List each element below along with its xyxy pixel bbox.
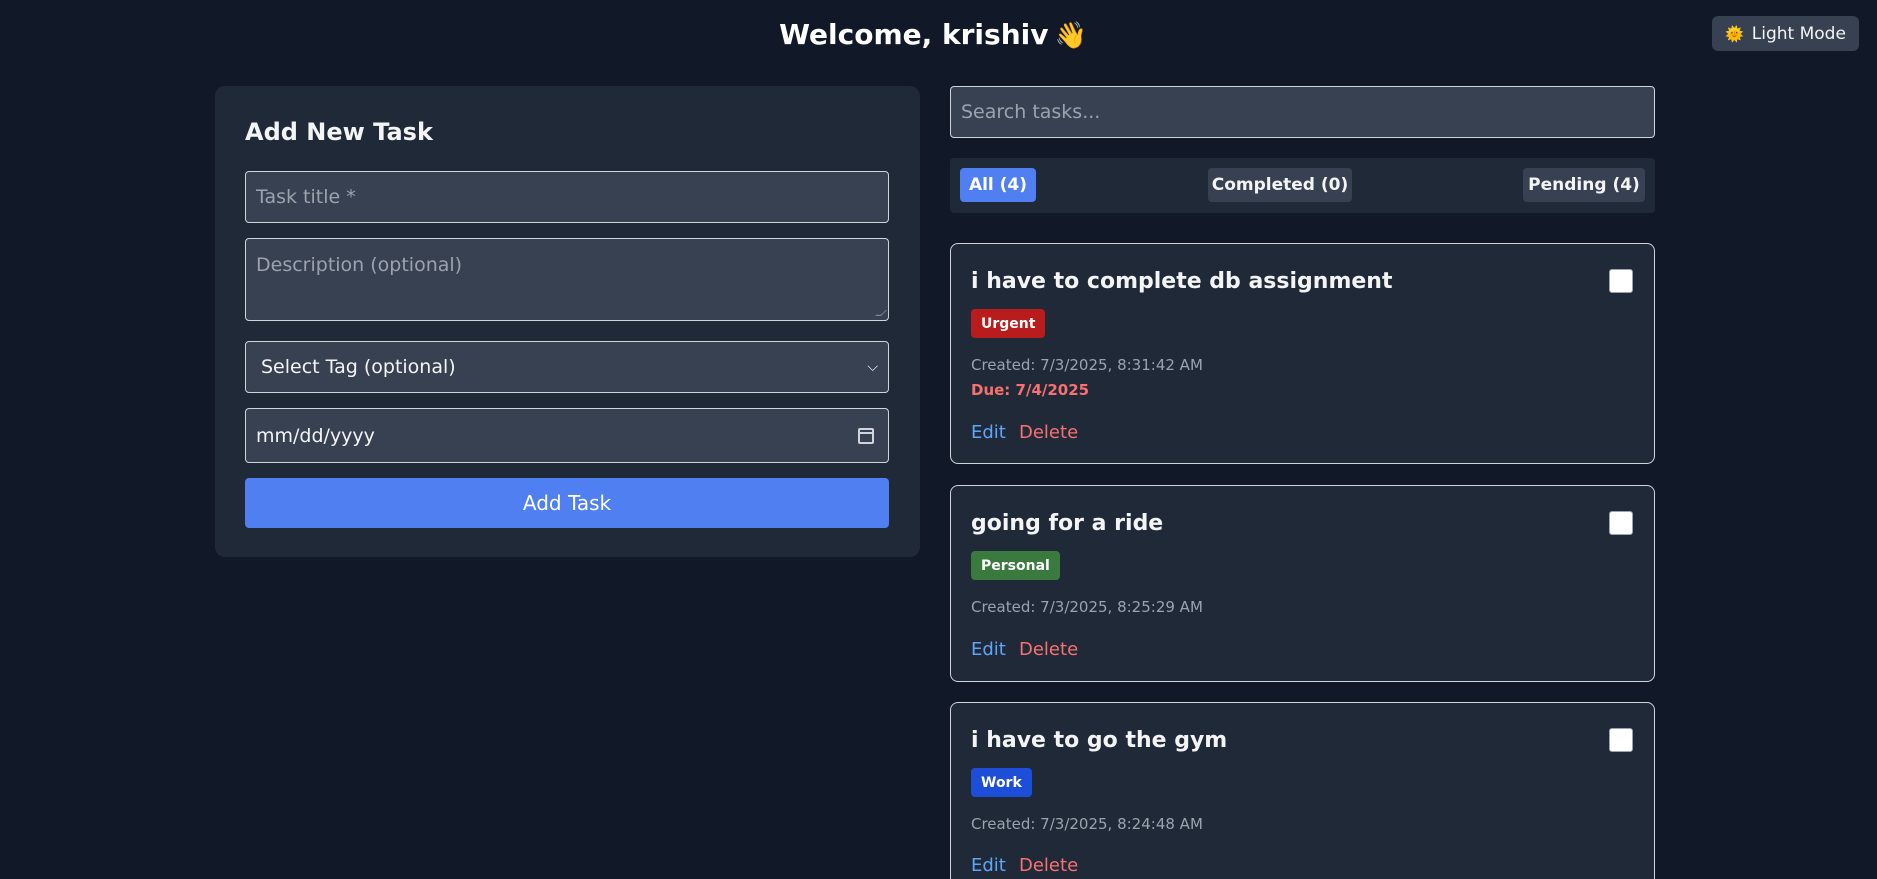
delete-button[interactable]: Delete	[1019, 639, 1078, 660]
search-placeholder: Search tasks...	[961, 101, 1101, 123]
task-card: going for a ride Personal Created: 7/3/2…	[950, 485, 1655, 682]
tag-select[interactable]: Select Tag (optional) ⌵	[245, 341, 889, 393]
chevron-down-icon: ⌵	[867, 359, 878, 375]
task-complete-checkbox[interactable]	[1609, 728, 1633, 752]
due-date-input[interactable]: mm/dd/yyyy	[245, 408, 889, 463]
due-date-placeholder: mm/dd/yyyy	[256, 424, 375, 447]
waving-hand-icon: 👋	[1054, 21, 1087, 51]
tag-badge: Urgent	[971, 309, 1046, 338]
filter-all-button[interactable]: All (4)	[960, 168, 1036, 202]
edit-button[interactable]: Edit	[971, 422, 1006, 443]
task-complete-checkbox[interactable]	[1609, 511, 1633, 535]
created-timestamp: Created: 7/3/2025, 8:24:48 AM	[971, 815, 1203, 833]
theme-toggle-label: Light Mode	[1751, 23, 1846, 44]
task-card: i have to complete db assignment Urgent …	[950, 243, 1655, 464]
task-title: going for a ride	[971, 511, 1164, 536]
filter-completed-button[interactable]: Completed (0)	[1208, 168, 1352, 202]
delete-button[interactable]: Delete	[1019, 855, 1078, 876]
task-card: i have to go the gym Work Created: 7/3/2…	[950, 702, 1655, 879]
edit-button[interactable]: Edit	[971, 855, 1006, 876]
task-title-placeholder: Task title *	[256, 186, 356, 208]
tag-badge: Work	[971, 768, 1032, 797]
task-complete-checkbox[interactable]	[1609, 269, 1633, 293]
filter-pending-button[interactable]: Pending (4)	[1523, 168, 1645, 202]
task-description-textarea[interactable]: Description (optional)	[245, 238, 889, 321]
app-page: Welcome, krishiv 👋 🌞 Light Mode Add New T…	[0, 0, 1877, 879]
task-title: i have to go the gym	[971, 728, 1228, 753]
sun-icon: 🌞	[1725, 24, 1744, 43]
calendar-icon[interactable]	[858, 427, 874, 444]
add-task-button[interactable]: Add Task	[245, 478, 889, 528]
filter-bar: All (4) Completed (0) Pending (4)	[950, 158, 1655, 213]
add-task-heading: Add New Task	[245, 118, 433, 146]
task-title: i have to complete db assignment	[971, 269, 1393, 294]
search-input[interactable]: Search tasks...	[950, 86, 1655, 138]
welcome-text: Welcome, krishiv	[779, 18, 1049, 51]
tag-select-value: Select Tag (optional)	[261, 356, 456, 378]
created-timestamp: Created: 7/3/2025, 8:31:42 AM	[971, 356, 1203, 374]
resize-handle-icon[interactable]	[875, 310, 887, 316]
created-timestamp: Created: 7/3/2025, 8:25:29 AM	[971, 598, 1203, 616]
tag-badge: Personal	[971, 551, 1060, 580]
add-task-panel: Add New Task Task title * Description (o…	[215, 86, 920, 557]
delete-button[interactable]: Delete	[1019, 422, 1078, 443]
task-title-input[interactable]: Task title *	[245, 171, 889, 223]
task-description-placeholder: Description (optional)	[256, 254, 463, 276]
edit-button[interactable]: Edit	[971, 639, 1006, 660]
due-date: Due: 7/4/2025	[971, 381, 1090, 399]
welcome-heading: Welcome, krishiv 👋	[0, 18, 1866, 51]
theme-toggle-button[interactable]: 🌞 Light Mode	[1712, 16, 1859, 51]
